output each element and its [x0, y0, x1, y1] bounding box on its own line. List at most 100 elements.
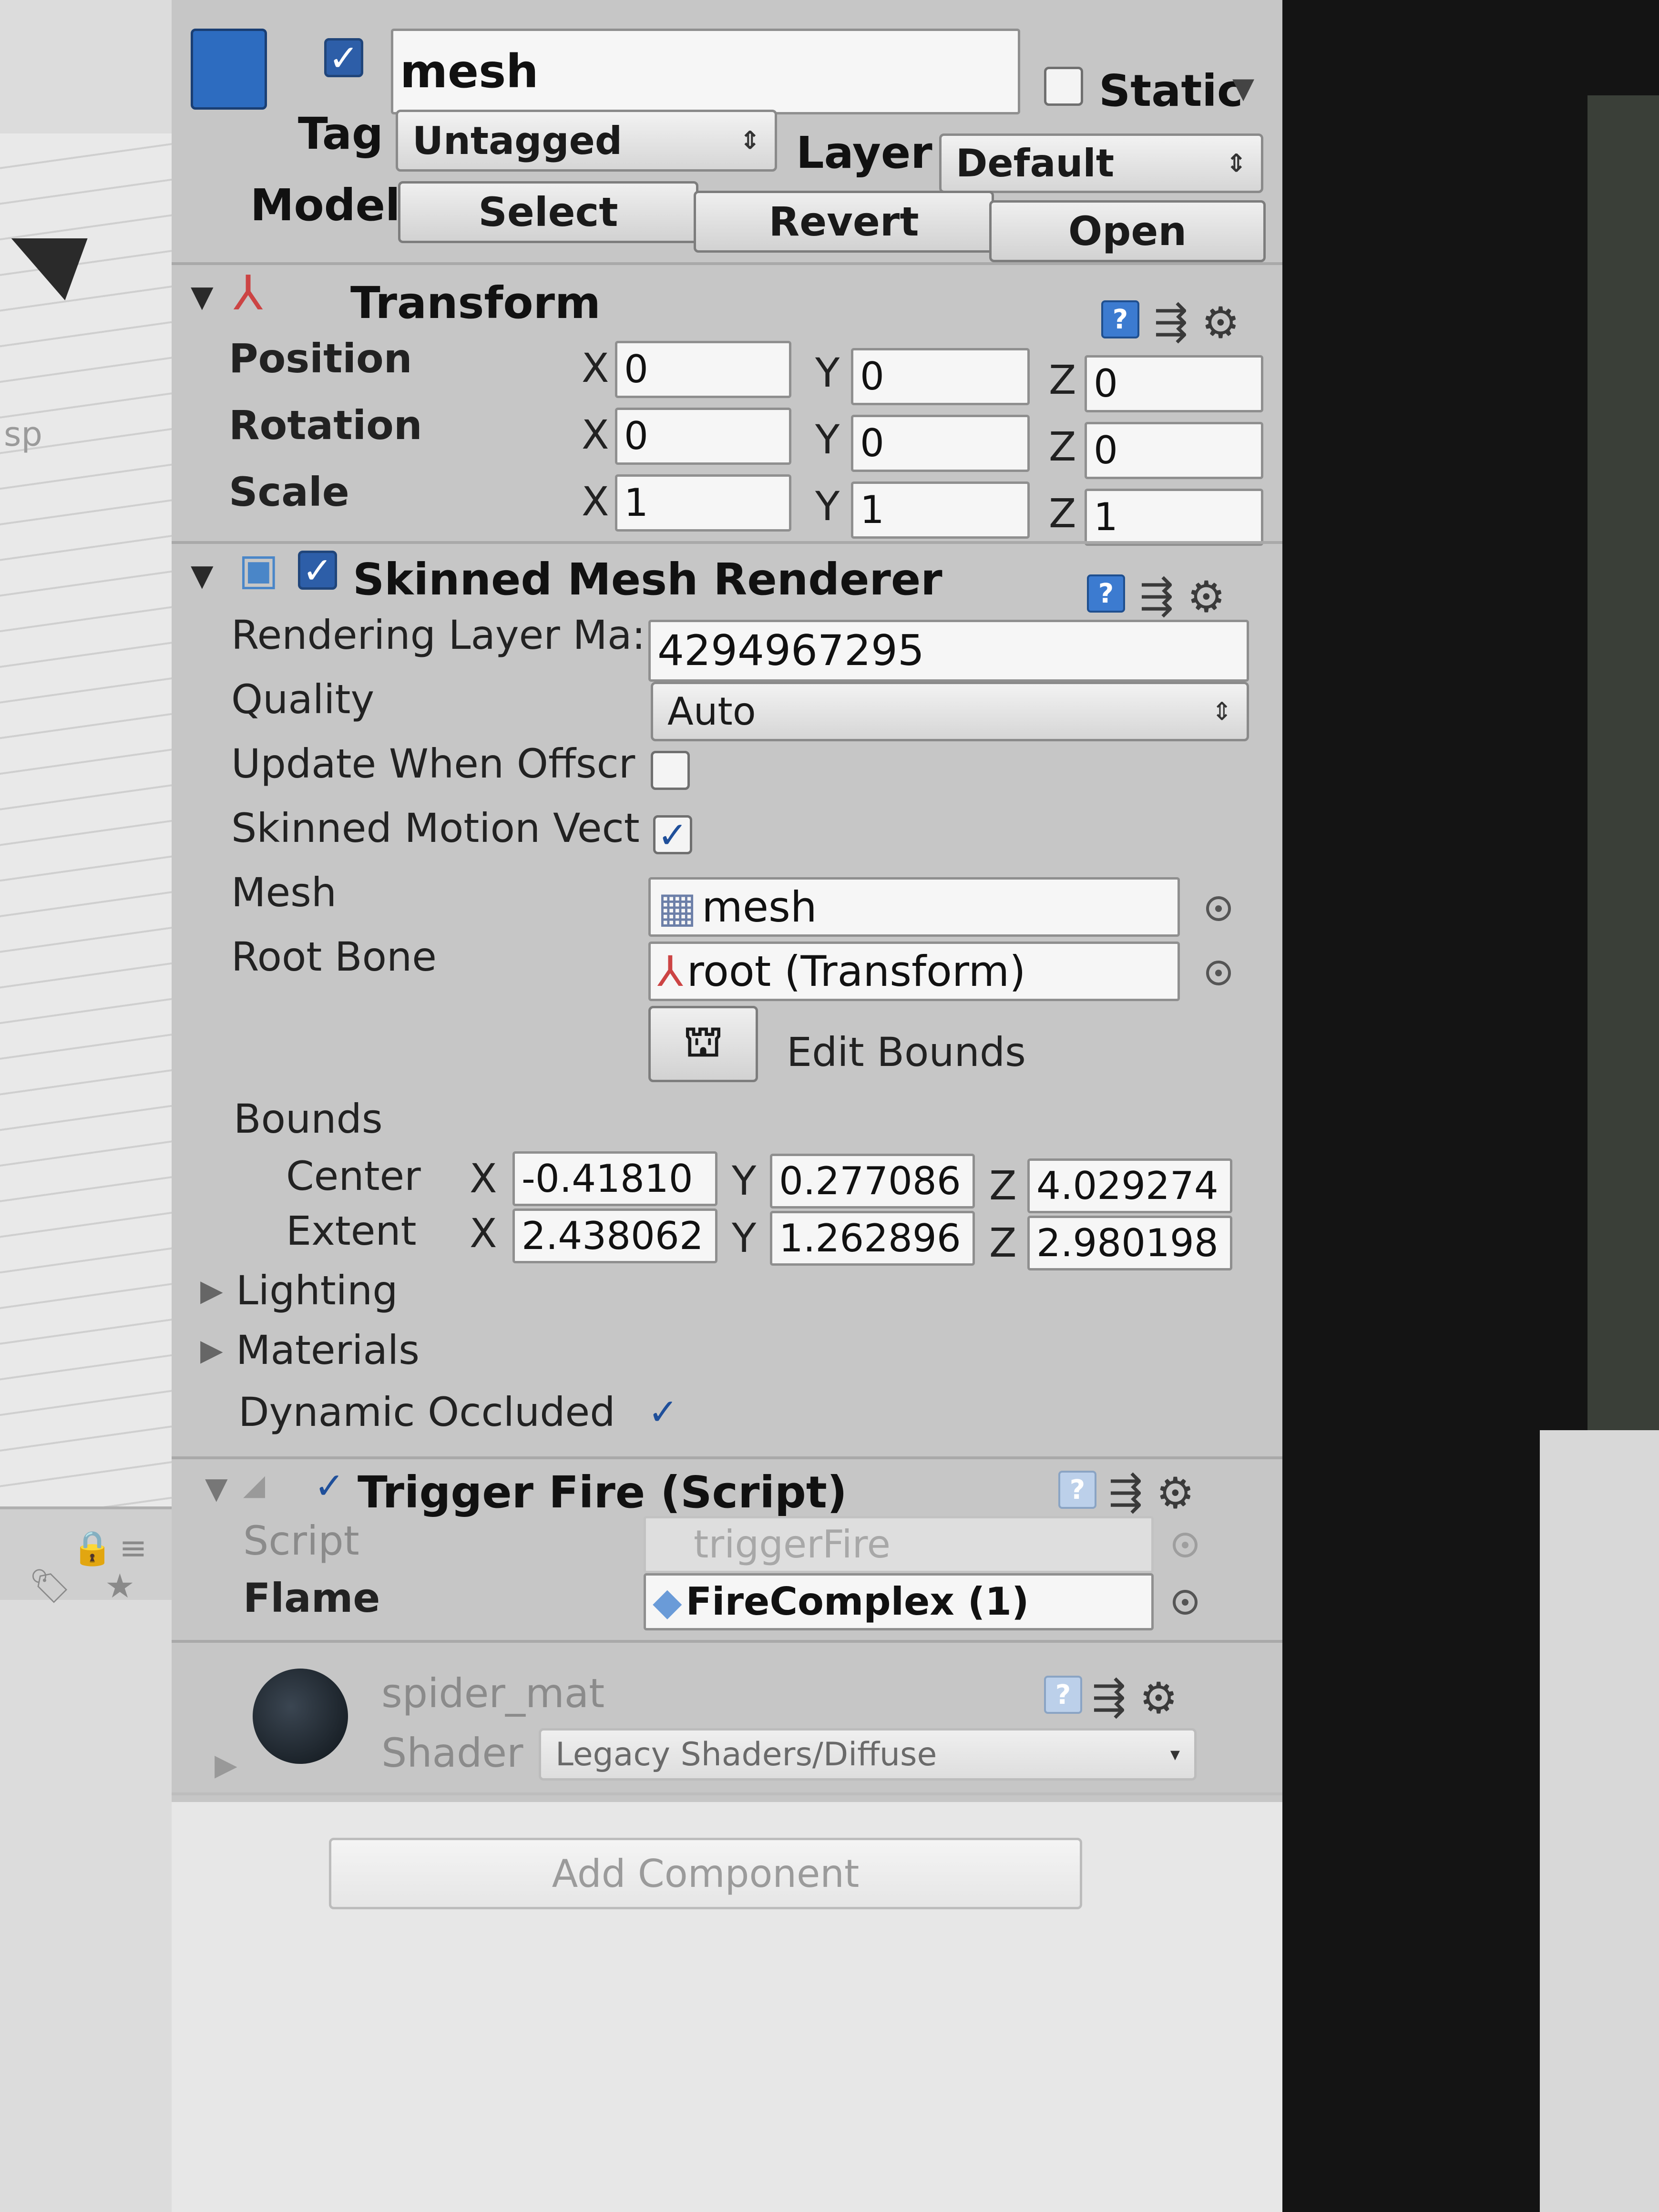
model-open-button[interactable]: Open — [989, 200, 1266, 262]
sliders-icon[interactable]: ⇶ — [1139, 572, 1174, 620]
rotation-z-input[interactable]: 0 — [1085, 422, 1263, 479]
axis-z-label: Z — [989, 1219, 1017, 1266]
prefab-icon: ◆ — [653, 1579, 682, 1624]
scale-label: Scale — [229, 469, 349, 515]
axis-x-label: X — [582, 478, 609, 525]
center-x-input[interactable]: -0.41810 — [512, 1151, 717, 1206]
root-bone-label: Root Bone — [231, 933, 437, 980]
help-icon[interactable]: ? — [1087, 574, 1125, 613]
layer-value: Default — [956, 141, 1115, 185]
skinned-motion-label: Skinned Motion Vect — [231, 805, 640, 851]
add-component-button[interactable]: Add Component — [329, 1838, 1082, 1909]
rotation-x-input[interactable]: 0 — [615, 408, 791, 465]
object-name-input[interactable]: mesh — [391, 29, 1020, 114]
position-y-input[interactable]: 0 — [851, 348, 1030, 405]
gear-icon[interactable]: ⚙ — [1201, 298, 1240, 348]
update-offscreen-label: Update When Offscr — [231, 740, 635, 787]
static-label: Static — [1099, 65, 1243, 116]
collapse-triangle-icon[interactable]: ▼ — [205, 1471, 228, 1505]
expand-triangle-icon[interactable]: ▶ — [200, 1273, 223, 1308]
static-checkbox[interactable] — [1044, 67, 1083, 106]
axis-z-label: Z — [1049, 357, 1076, 403]
flame-object-field[interactable]: ◆ FireComplex (1) — [644, 1573, 1154, 1630]
bounds-label: Bounds — [234, 1096, 383, 1142]
skinned-mesh-enabled-checkbox[interactable]: ✓ — [298, 549, 337, 592]
target-icon — [1173, 1533, 1198, 1557]
script-object-field: triggerFire — [644, 1516, 1154, 1573]
extent-label: Extent — [286, 1208, 417, 1254]
script-icon: ◢ — [243, 1468, 266, 1502]
shader-dropdown[interactable]: Legacy Shaders/Diffuse ▾ — [539, 1728, 1197, 1781]
shader-label: Shader — [381, 1730, 523, 1776]
model-label: Model — [250, 180, 400, 231]
menu-icon[interactable]: ≡ — [119, 1528, 147, 1567]
dynamic-occluded-checkbox[interactable]: ✓ — [644, 1391, 683, 1433]
trigger-title: Trigger Fire (Script) — [358, 1467, 847, 1518]
quality-dropdown[interactable]: Auto ⇕ — [651, 682, 1249, 741]
scene-view[interactable]: sp 🔒 ≡ 🏷 ★ — [0, 0, 176, 2212]
axis-z-label: Z — [1049, 490, 1076, 537]
trigger-enabled-checkbox[interactable]: ✓ — [310, 1464, 349, 1507]
transform-axes-icon: ⅄ — [234, 265, 263, 321]
extent-z-input[interactable]: 2.980198 — [1027, 1216, 1232, 1270]
center-y-input[interactable]: 0.277086 — [770, 1154, 975, 1208]
gear-icon[interactable]: ⚙ — [1156, 1468, 1195, 1518]
target-icon[interactable] — [1206, 961, 1231, 985]
tag-icon[interactable]: 🏷 — [29, 1567, 71, 1606]
separator — [172, 262, 1282, 265]
axis-y-label: Y — [732, 1215, 757, 1261]
help-icon[interactable]: ? — [1101, 300, 1139, 338]
rotation-y-input[interactable]: 0 — [851, 415, 1030, 472]
scale-x-input[interactable]: 1 — [615, 474, 791, 532]
axis-x-label: X — [582, 411, 609, 458]
center-label: Center — [286, 1153, 421, 1199]
help-icon[interactable]: ? — [1058, 1471, 1096, 1509]
center-z-input[interactable]: 4.029274 — [1027, 1158, 1232, 1213]
update-offscreen-checkbox[interactable] — [651, 751, 690, 790]
expand-triangle-icon[interactable]: ▶ — [215, 1747, 237, 1782]
skinned-motion-checkbox[interactable]: ✓ — [653, 814, 692, 856]
gear-icon[interactable]: ⚙ — [1139, 1673, 1178, 1723]
static-dropdown-icon[interactable]: ▼ — [1232, 74, 1254, 102]
scale-y-input[interactable]: 1 — [851, 481, 1030, 539]
separator — [172, 541, 1282, 544]
sliders-icon[interactable]: ⇶ — [1108, 1468, 1143, 1516]
material-name: spider_mat — [381, 1670, 605, 1717]
gear-icon[interactable]: ⚙ — [1187, 572, 1226, 622]
expand-triangle-icon[interactable]: ▶ — [200, 1332, 223, 1367]
extent-x-input[interactable]: 2.438062 — [512, 1208, 717, 1263]
sliders-icon[interactable]: ⇶ — [1092, 1673, 1126, 1721]
target-icon[interactable] — [1173, 1590, 1198, 1615]
rotation-label: Rotation — [229, 402, 422, 449]
lighting-foldout[interactable]: Lighting — [236, 1270, 398, 1311]
sliders-icon[interactable]: ⇶ — [1154, 298, 1188, 346]
materials-foldout[interactable]: Materials — [236, 1330, 420, 1370]
mesh-object-field[interactable]: ▦ mesh — [648, 877, 1180, 937]
model-revert-button[interactable]: Revert — [694, 191, 994, 253]
updown-icon: ⇕ — [739, 126, 760, 155]
help-icon[interactable]: ? — [1044, 1676, 1082, 1714]
layer-dropdown[interactable]: Default ⇕ — [939, 133, 1263, 193]
position-x-input[interactable]: 0 — [615, 341, 791, 398]
model-select-button[interactable]: Select — [398, 181, 698, 243]
position-z-input[interactable]: 0 — [1085, 355, 1263, 412]
star-icon[interactable]: ★ — [105, 1567, 135, 1606]
mesh-value: mesh — [702, 882, 817, 932]
target-icon[interactable] — [1206, 896, 1231, 921]
separator — [172, 1640, 1282, 1643]
root-bone-object-field[interactable]: ⅄ root (Transform) — [648, 942, 1180, 1001]
active-checkbox[interactable]: ✓ — [324, 37, 363, 79]
transform-title: Transform — [350, 277, 601, 328]
tag-dropdown[interactable]: Untagged ⇕ — [396, 110, 777, 172]
scene-grid — [0, 133, 176, 1506]
axis-x-label: X — [582, 345, 609, 391]
lock-icon[interactable]: 🔒 — [72, 1528, 113, 1568]
rendering-layer-input[interactable]: 4294967295 — [648, 620, 1249, 682]
collapse-triangle-icon[interactable]: ▼ — [191, 279, 214, 314]
inspector-panel: ✓ mesh Static ▼ Tag Untagged ⇕ Layer Defa… — [172, 0, 1285, 2212]
axis-y-label: Y — [732, 1157, 757, 1204]
edit-bounds-button[interactable]: ⛫ — [648, 1006, 758, 1082]
extent-y-input[interactable]: 1.262896 — [770, 1211, 975, 1266]
collapse-triangle-icon[interactable]: ▼ — [191, 558, 214, 593]
scale-z-input[interactable]: 1 — [1085, 489, 1263, 546]
